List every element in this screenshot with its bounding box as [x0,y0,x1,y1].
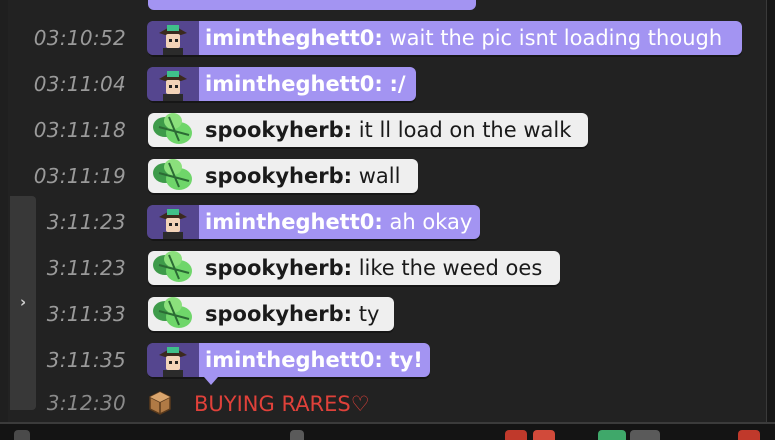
ghetto-avatar-icon[interactable] [147,67,199,101]
shop-box-icon [148,390,172,416]
chat-bubble: imintheghett0: :/ [147,67,416,101]
chat-bubble: imintheghett0: ty! [147,343,430,377]
message-username[interactable]: spookyherb: [205,302,352,326]
message-timestamp: 03:10:52 [33,26,126,50]
message-username[interactable]: imintheghett0: [205,72,383,96]
chat-message[interactable]: 3:11:23 spookyherb: like the weed oes [8,245,766,291]
ghetto-avatar-icon[interactable] [147,205,199,239]
system-message-text: BUYING RARES♡ [194,392,370,416]
message-text: spookyherb: wall [199,164,400,188]
toolbar-item[interactable] [533,430,555,440]
message-username[interactable]: imintheghett0: [205,210,383,234]
message-text: imintheghett0: ah okay [199,210,472,234]
message-body: wait the pic isnt loading though [389,26,723,50]
message-timestamp: 3:11:33 [46,302,126,326]
message-body: ty! [389,348,423,372]
message-body: :/ [389,72,406,96]
chat-bubble: spookyherb: ty [148,297,394,331]
message-text: imintheghett0: :/ [199,72,406,96]
message-body: like the weed oes [358,256,543,280]
message-text: imintheghett0: wait the pic isnt loading… [199,26,722,50]
chat-message[interactable]: 3:11:35 imintheghett0: ty! [8,337,766,385]
message-timestamp: 3:11:35 [46,348,126,372]
chat-message[interactable]: 03:11:18 spookyherb: it ll load on the w… [8,107,766,153]
chat-collapse-tab[interactable]: › [10,196,36,410]
message-text: imintheghett0: ty! [199,348,423,372]
toolbar-item[interactable] [630,430,660,440]
message-username[interactable]: spookyherb: [205,118,352,142]
ghetto-avatar-icon[interactable] [147,21,199,55]
chat-message[interactable]: 3:11:33 spookyherb: ty [8,291,766,337]
herb-avatar-icon[interactable] [147,153,199,193]
chat-bubble: spookyherb: it ll load on the walk [148,113,588,147]
chevron-right-icon[interactable]: › [20,293,26,311]
toolbar-item[interactable] [14,430,30,440]
message-body: it ll load on the walk [358,118,572,142]
toolbar-item[interactable] [505,430,527,440]
chat-bubble-partial [148,0,476,10]
ghetto-avatar-icon[interactable] [147,343,199,377]
message-body: ah okay [389,210,473,234]
chat-bubble: imintheghett0: wait the pic isnt loading… [147,21,742,55]
chat-bubble: spookyherb: wall [148,159,418,193]
message-timestamp: 3:11:23 [46,210,126,234]
message-body: wall [358,164,401,188]
message-timestamp: 3:11:23 [46,256,126,280]
herb-avatar-icon[interactable] [147,291,199,331]
toolbar-item[interactable] [598,430,626,440]
message-text: spookyherb: ty [199,302,379,326]
chat-message[interactable]: 03:10:52 imintheghett0: wait the pic isn… [8,15,766,61]
chat-bubble: spookyherb: like the weed oes [148,251,560,285]
message-text: spookyherb: like the weed oes [199,256,542,280]
message-timestamp: 3:12:30 [46,391,126,415]
chat-bubble: imintheghett0: ah okay [147,205,480,239]
scrollbar[interactable] [766,0,775,438]
message-username[interactable]: spookyherb: [205,164,352,188]
message-text: spookyherb: it ll load on the walk [199,118,571,142]
chat-log: 03:10:52 imintheghett0: wait the pic isn… [8,0,766,422]
message-username[interactable]: imintheghett0: [205,348,383,372]
message-timestamp: 03:11:18 [33,118,126,142]
toolbar-item[interactable] [290,430,304,440]
message-username[interactable]: imintheghett0: [205,26,383,50]
message-timestamp: 03:11:19 [33,164,126,188]
message-body: ty [358,302,380,326]
bottom-toolbar [0,422,775,440]
chat-message[interactable]: 3:11:23 imintheghett0: ah okay [8,199,766,245]
message-username[interactable]: spookyherb: [205,256,352,280]
toolbar-item[interactable] [738,430,760,440]
herb-avatar-icon[interactable] [147,107,199,147]
chat-message[interactable]: 03:11:04 imintheghett0: :/ [8,61,766,107]
message-timestamp: 03:11:04 [33,72,126,96]
chat-message[interactable]: 03:11:19 spookyherb: wall [8,153,766,199]
herb-avatar-icon[interactable] [147,245,199,285]
system-message: 3:12:30 BUYING RARES♡ [8,380,766,426]
